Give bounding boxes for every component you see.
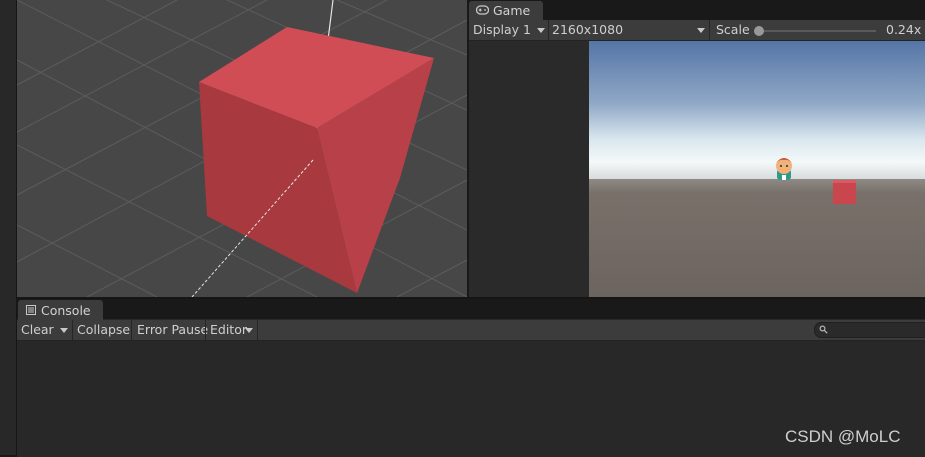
clear-options-dropdown[interactable] <box>55 320 71 340</box>
game-cube-top <box>833 180 856 183</box>
resolution-dropdown-label: 2160x1080 <box>552 22 624 37</box>
left-side-strip <box>0 0 17 455</box>
tab-console-label: Console <box>41 303 91 318</box>
error-pause-toggle-label: Error Pause <box>137 322 209 337</box>
display-chevron-down-icon <box>537 28 545 33</box>
scene-view-canvas <box>17 0 467 297</box>
toolbar-separator <box>257 320 258 340</box>
scene-view-viewport[interactable] <box>17 0 467 297</box>
console-toolbar: Clear Collapse Error Pause Editor <box>17 320 925 341</box>
clear-chevron-down-icon <box>60 328 68 333</box>
gamepad-icon <box>476 5 489 15</box>
game-letterbox <box>469 41 589 297</box>
tab-game[interactable]: Game <box>469 1 543 20</box>
tab-game-label: Game <box>493 3 531 18</box>
resolution-chevron-down-icon <box>697 28 705 33</box>
game-toolbar: Display 1 2160x1080 Scale 0.24x <box>469 20 925 41</box>
toolbar-separator <box>709 20 710 40</box>
clear-button[interactable]: Clear <box>17 320 55 340</box>
clear-button-label: Clear <box>21 322 54 337</box>
game-display-view[interactable] <box>589 41 925 297</box>
scale-slider-handle[interactable] <box>754 26 764 36</box>
collapse-toggle[interactable]: Collapse <box>73 320 130 340</box>
search-icon <box>819 325 828 334</box>
watermark-text: CSDN @MoLC <box>785 427 901 446</box>
editor-dropdown-label: Editor <box>210 322 247 337</box>
scale-label: Scale <box>716 22 750 37</box>
resolution-dropdown[interactable]: 2160x1080 <box>549 20 709 40</box>
game-sky <box>589 41 925 179</box>
display-dropdown-label: Display 1 <box>473 22 532 37</box>
console-tab-bar: Console <box>17 299 925 320</box>
game-ground <box>589 179 925 297</box>
game-cube <box>833 180 856 204</box>
tab-console[interactable]: Console <box>18 300 103 320</box>
game-panel: Game Display 1 2160x1080 Scale 0.24x <box>469 0 925 297</box>
console-list-icon <box>26 305 36 315</box>
character-sprite <box>776 158 792 180</box>
display-dropdown[interactable]: Display 1 <box>469 20 548 40</box>
editor-chevron-down-icon <box>245 328 253 333</box>
editor-dropdown[interactable]: Editor <box>206 320 257 340</box>
game-tab-bar: Game <box>469 0 925 20</box>
console-search-input[interactable] <box>814 322 925 338</box>
collapse-toggle-label: Collapse <box>77 322 131 337</box>
error-pause-toggle[interactable]: Error Pause <box>132 320 209 340</box>
scale-value: 0.24x <box>886 22 922 37</box>
game-render <box>589 41 925 297</box>
scale-slider-track[interactable] <box>760 30 876 32</box>
